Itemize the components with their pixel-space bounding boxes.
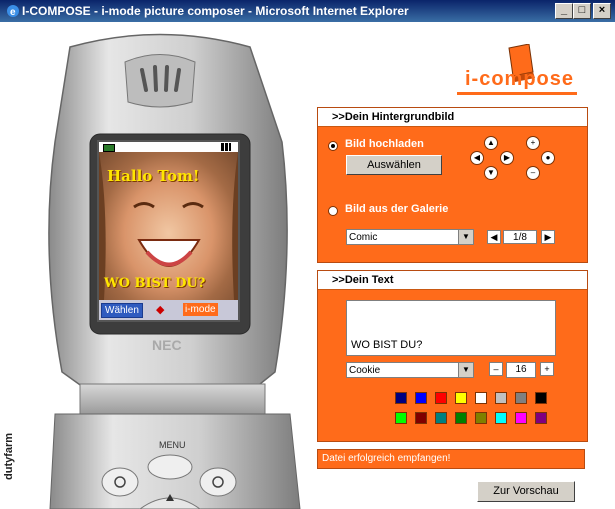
- radio-gallery[interactable]: [328, 206, 338, 216]
- text-input[interactable]: WO BIST DU?: [346, 300, 556, 356]
- color-swatch[interactable]: [535, 412, 547, 424]
- size-decrease-button[interactable]: –: [489, 362, 503, 376]
- text-panel-heading: >>Dein Text: [318, 271, 587, 290]
- screen-bottom-text: WO BIST DU?: [104, 276, 206, 291]
- text-input-value: WO BIST DU?: [351, 339, 423, 351]
- font-select-value: Cookie: [349, 365, 381, 376]
- size-value: 16: [506, 362, 536, 378]
- phone-statusbar: [99, 142, 238, 152]
- menu-key-label: MENU: [159, 440, 186, 450]
- color-swatch[interactable]: [475, 412, 487, 424]
- color-swatch[interactable]: [395, 412, 407, 424]
- signal-icon: [221, 143, 231, 151]
- chevron-down-icon: ▼: [458, 363, 473, 377]
- battery-icon: [103, 144, 115, 152]
- preview-button[interactable]: Zur Vorschau: [477, 481, 575, 502]
- status-message: Datei erfolgreich empfangen!: [322, 453, 451, 464]
- arrow-up-icon[interactable]: ▲: [484, 136, 498, 150]
- status-bar: Datei erfolgreich empfangen!: [317, 449, 585, 469]
- text-panel: >>Dein Text: [317, 270, 588, 442]
- gallery-select-value: Comic: [349, 232, 378, 243]
- softkey-select: Wählen: [101, 303, 143, 318]
- color-swatch[interactable]: [495, 392, 507, 404]
- maximize-button[interactable]: □: [573, 3, 591, 19]
- internet-explorer-icon: e: [7, 5, 19, 18]
- color-swatch[interactable]: [415, 412, 427, 424]
- upload-option-label: Bild hochladen: [345, 138, 424, 150]
- scale-icon[interactable]: ●: [541, 151, 555, 165]
- window-titlebar: e I-COMPOSE - i-mode picture composer - …: [0, 0, 615, 22]
- background-panel-heading: >>Dein Hintergrundbild: [318, 108, 587, 127]
- close-button[interactable]: ×: [593, 3, 611, 19]
- gallery-select[interactable]: Comic ▼: [346, 229, 474, 245]
- screen-top-text: Hallo Tom!: [107, 167, 200, 185]
- arrow-down-icon[interactable]: ▼: [484, 166, 498, 180]
- color-swatch[interactable]: [515, 392, 527, 404]
- phone-brand: NEC: [152, 337, 182, 353]
- color-swatch[interactable]: [455, 392, 467, 404]
- minimize-button[interactable]: _: [555, 3, 573, 19]
- color-swatch[interactable]: [415, 392, 427, 404]
- choose-file-button[interactable]: Auswählen: [346, 155, 442, 175]
- color-swatch[interactable]: [515, 412, 527, 424]
- arrow-right-icon[interactable]: ▶: [500, 151, 514, 165]
- color-swatch[interactable]: [495, 412, 507, 424]
- color-swatch[interactable]: [435, 392, 447, 404]
- svg-text:e: e: [10, 7, 16, 18]
- plus-icon[interactable]: +: [526, 136, 540, 150]
- size-increase-button[interactable]: +: [540, 362, 554, 376]
- window-title: I-COMPOSE - i-mode picture composer - Mi…: [22, 4, 409, 18]
- gallery-prev-button[interactable]: ◀: [487, 230, 501, 244]
- dutyfarm-label: dutyfarm: [3, 432, 15, 480]
- color-swatch[interactable]: [435, 412, 447, 424]
- radio-upload[interactable]: [328, 141, 338, 151]
- icompose-logo: i-compose: [457, 44, 577, 96]
- arrow-left-icon[interactable]: ◀: [470, 151, 484, 165]
- softkey-imode: i-mode: [183, 303, 218, 316]
- phone-screen: Hallo Tom! WO BIST DU? Wählen ◆ i-mode: [97, 140, 240, 322]
- color-swatch[interactable]: [475, 392, 487, 404]
- logo-text: i-compose: [465, 68, 575, 90]
- phone-softkey-bar: Wählen ◆ i-mode: [99, 300, 238, 320]
- font-select[interactable]: Cookie ▼: [346, 362, 474, 378]
- gallery-counter: 1/8: [503, 230, 537, 244]
- color-swatch[interactable]: [535, 392, 547, 404]
- gallery-next-button[interactable]: ▶: [541, 230, 555, 244]
- dpad-icon: ◆: [156, 304, 165, 316]
- chevron-down-icon: ▼: [458, 230, 473, 244]
- gallery-option-label: Bild aus der Galerie: [345, 203, 449, 215]
- color-swatch[interactable]: [395, 392, 407, 404]
- color-swatch[interactable]: [455, 412, 467, 424]
- minus-icon[interactable]: –: [526, 166, 540, 180]
